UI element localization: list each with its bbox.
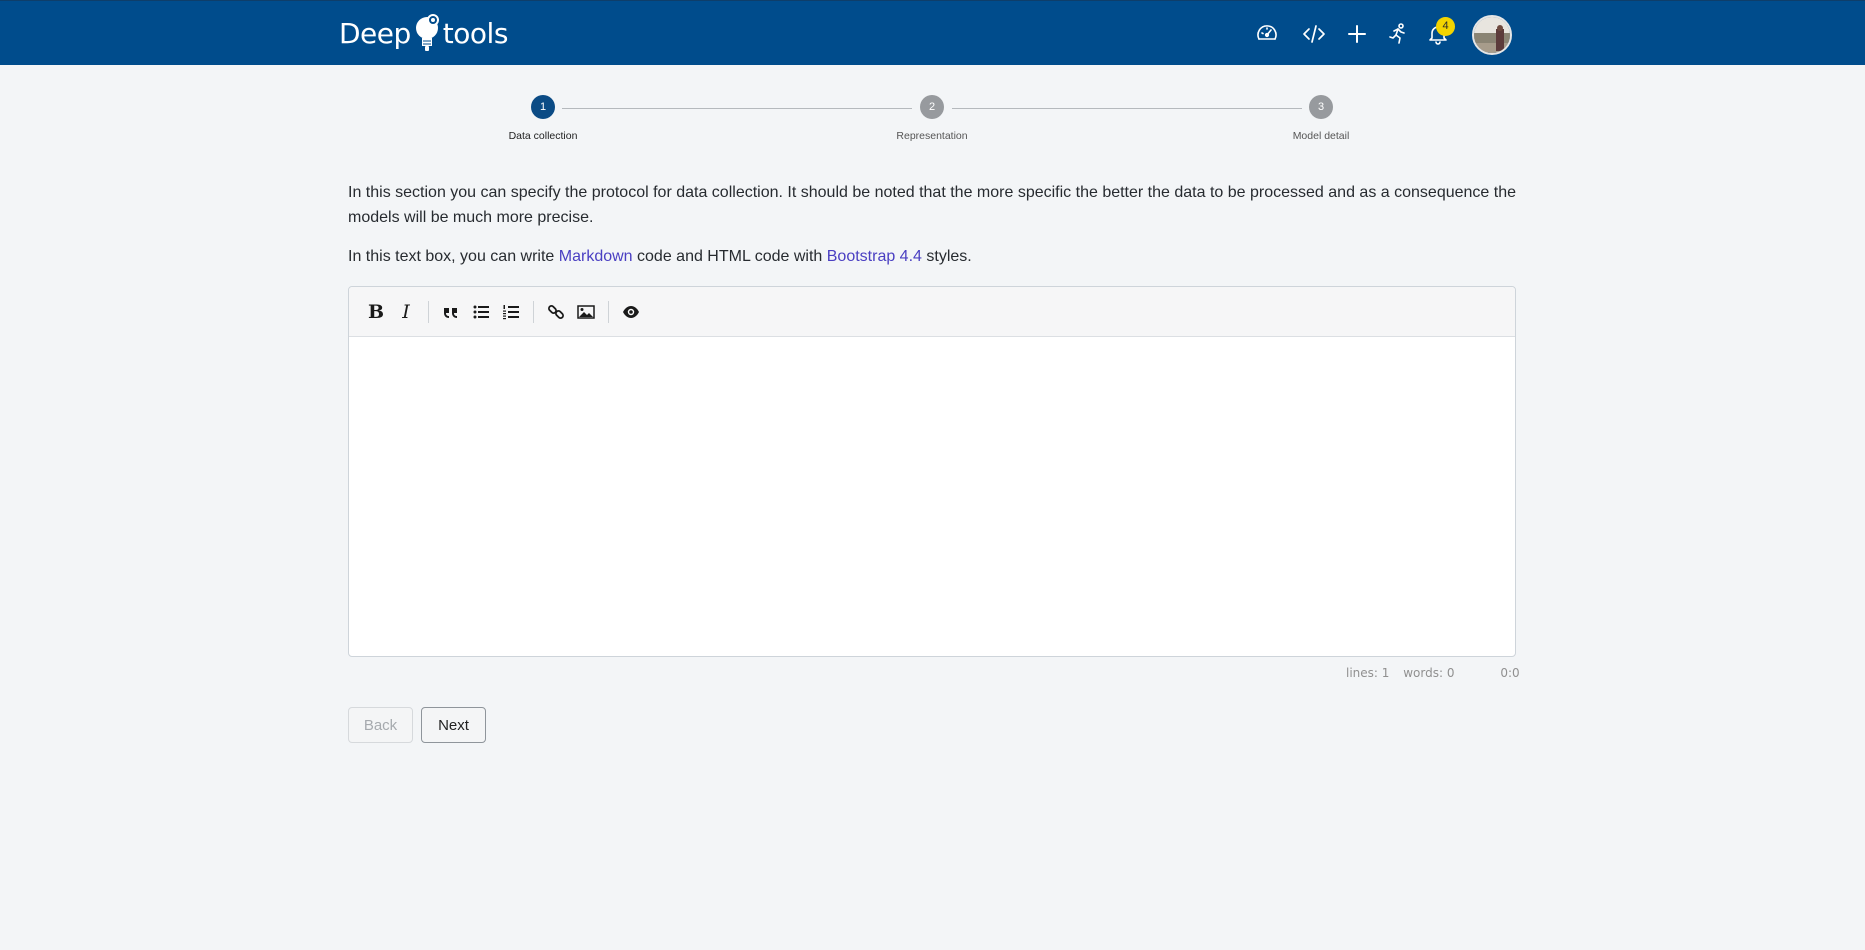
bootstrap-link[interactable]: Bootstrap 4.4 [827, 248, 922, 265]
italic-icon[interactable]: I [391, 297, 421, 327]
editor-toolbar: B I [349, 287, 1515, 337]
preview-eye-icon[interactable] [616, 297, 646, 327]
image-icon[interactable] [571, 297, 601, 327]
step-data-collection[interactable]: 1 Data collection [473, 95, 613, 142]
unordered-list-icon[interactable] [466, 297, 496, 327]
wizard-stepper: 1 Data collection 2 Representation 3 Mod… [0, 95, 1865, 155]
step-representation[interactable]: 2 Representation [862, 95, 1002, 142]
user-avatar[interactable] [1472, 15, 1512, 55]
back-button[interactable]: Back [348, 707, 413, 743]
stepper-connector [562, 108, 912, 109]
logo-text-right: tools [442, 16, 509, 50]
hint-text: code and HTML code with [632, 248, 827, 265]
code-icon[interactable] [1301, 21, 1327, 47]
markdown-editor: B I [348, 286, 1516, 657]
markdown-link[interactable]: Markdown [559, 248, 633, 265]
cursor-position: 0:0 [1500, 666, 1520, 680]
step-model-detail[interactable]: 3 Model detail [1251, 95, 1391, 142]
step-number: 2 [920, 95, 944, 119]
editor-textarea[interactable] [349, 337, 1515, 656]
section-description: In this section you can specify the prot… [348, 184, 1516, 226]
step-label: Model detail [1292, 130, 1350, 142]
bold-icon[interactable]: B [361, 297, 391, 327]
step-label: Representation [896, 130, 968, 142]
stepper-connector [952, 108, 1302, 109]
running-person-icon[interactable] [1385, 21, 1411, 47]
toolbar-divider [608, 300, 609, 323]
lightbulb-gear-icon [415, 14, 439, 51]
step-label: Data collection [508, 130, 578, 142]
dashboard-gauge-icon[interactable] [1254, 21, 1280, 47]
top-navbar: Deep tools 4 [0, 0, 1865, 65]
toolbar-divider [428, 300, 429, 323]
toolbar-divider [533, 300, 534, 323]
line-count: lines: 1 [1346, 666, 1390, 680]
step-number: 1 [531, 95, 555, 119]
notification-count-badge: 4 [1436, 17, 1455, 36]
word-count: words: 0 [1403, 666, 1455, 680]
editor-statusbar: lines: 1 words: 0 0:0 [1346, 666, 1530, 680]
next-button[interactable]: Next [421, 707, 486, 743]
step-number: 3 [1309, 95, 1333, 119]
plus-icon[interactable] [1344, 21, 1370, 47]
logo-text-left: Deep [339, 16, 411, 50]
editor-hint: In this text box, you can write Markdown… [348, 246, 972, 268]
ordered-list-icon[interactable] [496, 297, 526, 327]
deeptools-logo[interactable]: Deep tools [339, 13, 508, 53]
link-icon[interactable] [541, 297, 571, 327]
hint-text: In this text box, you can write [348, 248, 559, 265]
quote-icon[interactable] [436, 297, 466, 327]
hint-text: styles. [921, 248, 972, 265]
